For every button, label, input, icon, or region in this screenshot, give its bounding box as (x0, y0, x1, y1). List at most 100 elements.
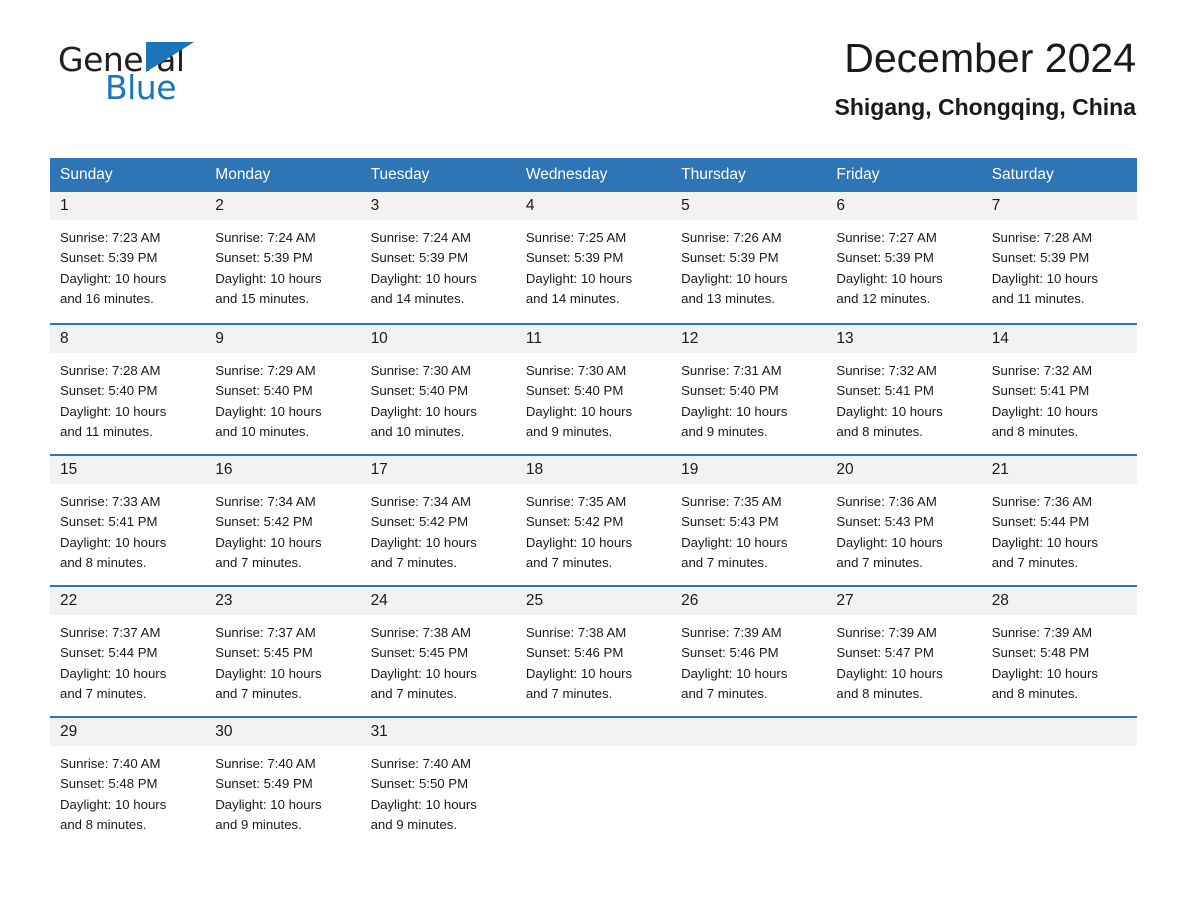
calendar-day-cell: 21 Sunrise: 7:36 AM Sunset: 5:44 PM Dayligh… (981, 454, 1137, 585)
daylight-duration-line2: and 10 minutes. (215, 423, 310, 439)
calendar-day-cell: 26 Sunrise: 7:39 AM Sunset: 5:46 PM Dayligh… (671, 585, 827, 716)
calendar-week-row: 8 Sunrise: 7:28 AM Sunset: 5:40 PM Daylight… (50, 323, 1137, 454)
day-cell-20[interactable]: 20 Sunrise: 7:36 AM Sunset: 5:43 PM Dayligh… (826, 454, 982, 585)
daylight-duration-line2: and 7 minutes. (370, 685, 458, 701)
day-number: 5 (671, 192, 827, 221)
day-number: 22 (50, 587, 206, 616)
sunrise-time: Sunrise: 7:37 AM (60, 625, 161, 641)
day-cell-13[interactable]: 13 Sunrise: 7:32 AM Sunset: 5:41 PM Dayligh… (826, 323, 982, 454)
daylight-duration-line1: Daylight: 10 hours (370, 796, 477, 812)
daylight-duration-line1: Daylight: 10 hours (991, 534, 1098, 550)
calendar-day-cell: 23 Sunrise: 7:37 AM Sunset: 5:45 PM Dayligh… (205, 585, 361, 716)
sunrise-time: Sunrise: 7:38 AM (525, 625, 627, 641)
day-cell-28[interactable]: 28 Sunrise: 7:39 AM Sunset: 5:48 PM Dayligh… (981, 585, 1137, 716)
calendar-day-cell: 11 Sunrise: 7:30 AM Sunset: 5:40 PM Dayligh… (515, 323, 672, 454)
calendar-day-cell: 1 Sunrise: 7:23 AM Sunset: 5:39 PM Daylight… (50, 192, 206, 323)
day-cell-1[interactable]: 1 Sunrise: 7:23 AM Sunset: 5:39 PM Daylight… (50, 192, 206, 323)
day-cell-6[interactable]: 6 Sunrise: 7:27 AM Sunset: 5:39 PM Daylight… (826, 192, 982, 323)
daylight-duration-line1: Daylight: 10 hours (60, 403, 167, 419)
day-number: 12 (671, 325, 827, 354)
sunrise-time: Sunrise: 7:40 AM (215, 756, 316, 772)
day-cell-15[interactable]: 15 Sunrise: 7:33 AM Sunset: 5:41 PM Dayligh… (50, 454, 206, 585)
sunrise-time: Sunrise: 7:36 AM (836, 494, 937, 510)
sunset-time: Sunset: 5:40 PM (681, 383, 779, 399)
sunset-time: Sunset: 5:41 PM (60, 514, 158, 530)
day-number: 14 (981, 325, 1137, 354)
calendar-day-cell: 5 Sunrise: 7:26 AM Sunset: 5:39 PM Daylight… (671, 192, 827, 323)
day-cell-4[interactable]: 4 Sunrise: 7:25 AM Sunset: 5:39 PM Daylight… (515, 192, 672, 323)
sunrise-time: Sunrise: 7:28 AM (991, 230, 1093, 246)
day-number: 28 (981, 587, 1137, 616)
day-cell-24[interactable]: 24 Sunrise: 7:38 AM Sunset: 5:45 PM Dayligh… (360, 585, 516, 716)
sunrise-time: Sunrise: 7:27 AM (836, 230, 937, 246)
sunset-time: Sunset: 5:40 PM (370, 383, 469, 399)
daylight-duration-line2: and 11 minutes. (991, 290, 1085, 306)
sunrise-time: Sunrise: 7:24 AM (215, 230, 316, 246)
calendar-day-cell: 27 Sunrise: 7:39 AM Sunset: 5:47 PM Dayligh… (826, 585, 982, 716)
day-cell-19[interactable]: 19 Sunrise: 7:35 AM Sunset: 5:43 PM Dayligh… (671, 454, 827, 585)
daylight-duration-line1: Daylight: 10 hours (60, 796, 167, 812)
daylight-duration-line2: and 9 minutes. (681, 423, 768, 439)
day-cell-8[interactable]: 8 Sunrise: 7:28 AM Sunset: 5:40 PM Daylight… (50, 323, 206, 454)
day-cell-9[interactable]: 9 Sunrise: 7:29 AM Sunset: 5:40 PM Daylight… (205, 323, 361, 454)
day-cell-21[interactable]: 21 Sunrise: 7:36 AM Sunset: 5:44 PM Dayligh… (981, 454, 1137, 585)
calendar-day-cell: 18 Sunrise: 7:35 AM Sunset: 5:42 PM Dayligh… (515, 454, 672, 585)
sunrise-time: Sunrise: 7:28 AM (60, 363, 161, 379)
day-cell-22[interactable]: 22 Sunrise: 7:37 AM Sunset: 5:44 PM Dayligh… (50, 585, 206, 716)
sunset-time: Sunset: 5:48 PM (991, 645, 1090, 661)
day-number: 17 (360, 456, 516, 485)
day-details: Sunrise: 7:36 AM Sunset: 5:44 PM Daylight:… (982, 484, 1137, 573)
sunset-time: Sunset: 5:47 PM (836, 645, 934, 661)
sunrise-time: Sunrise: 7:37 AM (215, 625, 316, 641)
calendar-day-cell: 9 Sunrise: 7:29 AM Sunset: 5:40 PM Daylight… (205, 323, 361, 454)
day-cell-5[interactable]: 5 Sunrise: 7:26 AM Sunset: 5:39 PM Daylight… (671, 192, 827, 323)
generalblue-logo[interactable]: General Blue (50, 38, 250, 110)
daylight-duration-line1: Daylight: 10 hours (525, 403, 633, 419)
sunset-time: Sunset: 5:41 PM (991, 383, 1090, 399)
daylight-duration-line1: Daylight: 10 hours (681, 403, 788, 419)
sunrise-time: Sunrise: 7:39 AM (991, 625, 1093, 641)
day-cell-12[interactable]: 12 Sunrise: 7:31 AM Sunset: 5:40 PM Dayligh… (671, 323, 827, 454)
day-number: 11 (515, 325, 672, 354)
day-cell-7[interactable]: 7 Sunrise: 7:28 AM Sunset: 5:39 PM Daylight… (981, 192, 1137, 323)
daylight-duration-line2: and 7 minutes. (215, 554, 302, 570)
daylight-duration-line2: and 7 minutes. (681, 685, 768, 701)
day-details: Sunrise: 7:24 AM Sunset: 5:39 PM Daylight:… (205, 220, 360, 309)
day-details: Sunrise: 7:32 AM Sunset: 5:41 PM Daylight:… (826, 353, 981, 442)
calendar-day-cell: 15 Sunrise: 7:33 AM Sunset: 5:41 PM Dayligh… (50, 454, 206, 585)
day-cell-31[interactable]: 31 Sunrise: 7:40 AM Sunset: 5:50 PM Dayligh… (360, 716, 516, 847)
sunset-time: Sunset: 5:50 PM (370, 776, 469, 792)
day-cell-17[interactable]: 17 Sunrise: 7:34 AM Sunset: 5:42 PM Dayligh… (360, 454, 516, 585)
day-cell-29[interactable]: 29 Sunrise: 7:40 AM Sunset: 5:48 PM Dayligh… (50, 716, 206, 847)
calendar-day-cell: 3 Sunrise: 7:24 AM Sunset: 5:39 PM Daylight… (360, 192, 516, 323)
day-details: Sunrise: 7:29 AM Sunset: 5:40 PM Daylight:… (205, 353, 360, 442)
day-details: Sunrise: 7:33 AM Sunset: 5:41 PM Daylight:… (50, 484, 205, 573)
day-cell-14[interactable]: 14 Sunrise: 7:32 AM Sunset: 5:41 PM Dayligh… (981, 323, 1137, 454)
sunrise-time: Sunrise: 7:30 AM (525, 363, 627, 379)
day-cell-30[interactable]: 30 Sunrise: 7:40 AM Sunset: 5:49 PM Dayligh… (205, 716, 361, 847)
day-number: 18 (515, 456, 672, 485)
day-cell-27[interactable]: 27 Sunrise: 7:39 AM Sunset: 5:47 PM Dayligh… (826, 585, 982, 716)
calendar-day-cell: 12 Sunrise: 7:31 AM Sunset: 5:40 PM Dayligh… (671, 323, 827, 454)
day-number: 29 (50, 718, 206, 747)
weekday-headers: Sunday Monday Tuesday Wednesday Thursday Frid… (50, 158, 1137, 193)
sunrise-time: Sunrise: 7:30 AM (370, 363, 471, 379)
sunset-time: Sunset: 5:39 PM (525, 250, 624, 266)
day-cell-2[interactable]: 2 Sunrise: 7:24 AM Sunset: 5:39 PM Daylight… (205, 192, 361, 323)
sunset-time: Sunset: 5:42 PM (215, 514, 313, 530)
day-cell-11[interactable]: 11 Sunrise: 7:30 AM Sunset: 5:40 PM Dayligh… (515, 323, 672, 454)
day-cell-16[interactable]: 16 Sunrise: 7:34 AM Sunset: 5:42 PM Dayligh… (205, 454, 361, 585)
day-number: 21 (981, 456, 1137, 485)
day-cell-25[interactable]: 25 Sunrise: 7:38 AM Sunset: 5:46 PM Dayligh… (515, 585, 672, 716)
day-cell-10[interactable]: 10 Sunrise: 7:30 AM Sunset: 5:40 PM Dayligh… (360, 323, 516, 454)
calendar-day-cell: 24 Sunrise: 7:38 AM Sunset: 5:45 PM Dayligh… (360, 585, 516, 716)
day-details: Sunrise: 7:37 AM Sunset: 5:45 PM Daylight:… (205, 615, 360, 704)
day-cell-23[interactable]: 23 Sunrise: 7:37 AM Sunset: 5:45 PM Dayligh… (205, 585, 361, 716)
sunset-time: Sunset: 5:45 PM (370, 645, 469, 661)
day-cell-3[interactable]: 3 Sunrise: 7:24 AM Sunset: 5:39 PM Daylight… (360, 192, 516, 323)
day-cell-18[interactable]: 18 Sunrise: 7:35 AM Sunset: 5:42 PM Dayligh… (515, 454, 672, 585)
sunset-time: Sunset: 5:49 PM (215, 776, 313, 792)
day-cell-26[interactable]: 26 Sunrise: 7:39 AM Sunset: 5:46 PM Dayligh… (671, 585, 827, 716)
daylight-duration-line1: Daylight: 10 hours (836, 270, 943, 286)
calendar-day-cell: 29 Sunrise: 7:40 AM Sunset: 5:48 PM Dayligh… (50, 716, 206, 847)
